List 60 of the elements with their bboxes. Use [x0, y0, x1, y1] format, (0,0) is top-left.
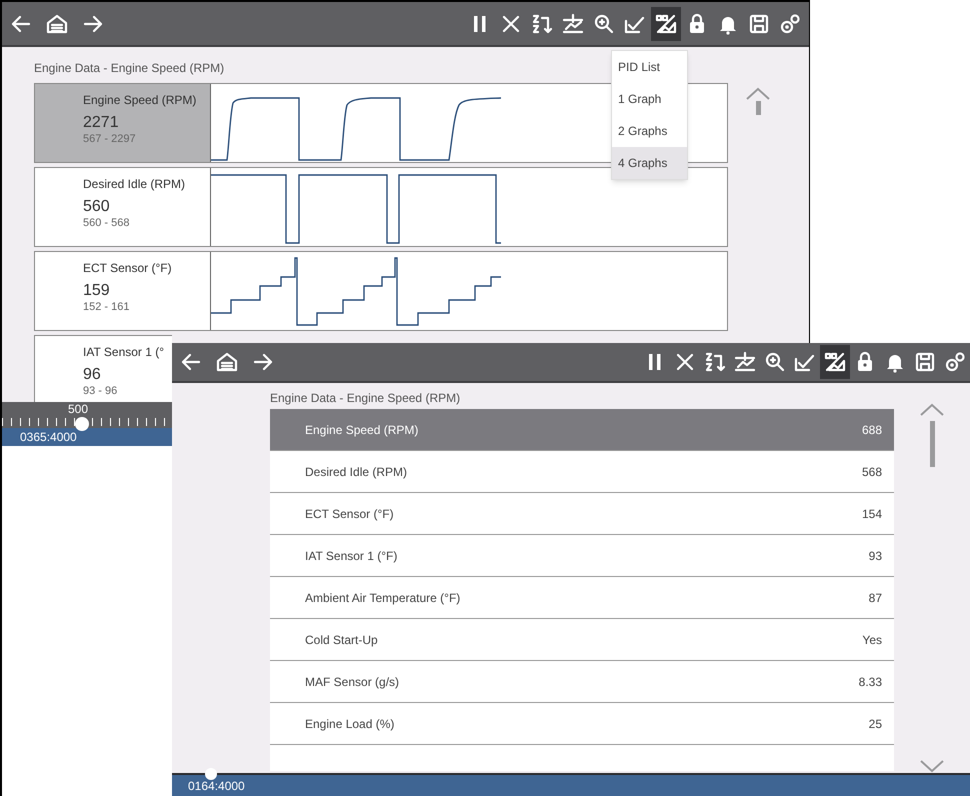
pid-name: IAT Sensor 1 (°	[83, 344, 166, 360]
pid-value: 154	[862, 506, 882, 522]
slider-thumb[interactable]	[75, 417, 89, 431]
pid-value: 87	[868, 590, 882, 606]
pid-row[interactable]: Cold Start-Up Yes	[270, 619, 894, 661]
scroll-thumb	[930, 421, 934, 467]
pid-value: Yes	[862, 632, 882, 648]
pid-name: Ambient Air Temperature (°F)	[305, 590, 460, 606]
pid-value: 25	[868, 716, 882, 732]
pid-row[interactable]: Engine Speed (RPM) 688	[270, 409, 894, 451]
pid-name: Desired Idle (RPM)	[305, 464, 408, 480]
pid-value: 688	[862, 422, 882, 438]
graph-scale-icon	[561, 12, 585, 36]
pid-row[interactable]: Engine Load (%) 25	[270, 703, 894, 745]
pid-value: 159	[83, 282, 111, 300]
pid-value: 568	[862, 464, 882, 480]
pid-name: Engine Load (%)	[305, 716, 394, 732]
pid-range: 93 - 96	[83, 384, 118, 398]
pid-name: ECT Sensor (°F)	[83, 260, 173, 276]
menu-item[interactable]: 1 Graph	[612, 83, 687, 115]
pid-value: 8.33	[858, 674, 882, 690]
screen-title: Engine Data - Engine Speed (RPM)	[34, 60, 224, 77]
home-icon	[215, 350, 239, 374]
pid-row[interactable]: Desired Idle (RPM) 568	[270, 451, 894, 493]
pid-range: 560 - 568	[83, 216, 130, 230]
graph-panel[interactable]: ECT Sensor (°F) 159 152 - 161	[34, 250, 728, 331]
zoom-icon	[763, 350, 787, 374]
ruler-label: 500	[67, 402, 90, 416]
pid-value: 96	[83, 366, 102, 384]
pid-label-area[interactable]: Engine Speed (RPM) 2271 567 - 2297	[35, 84, 211, 162]
graph-mode-button[interactable]	[651, 6, 681, 40]
save-icon	[913, 350, 937, 374]
sort-icon	[703, 350, 727, 374]
pid-name: Cold Start-Up	[305, 632, 378, 648]
pid-range: 567 - 2297	[83, 132, 137, 146]
menu-item[interactable]: PID List	[612, 51, 687, 83]
graph-mode-button[interactable]	[820, 345, 850, 379]
menu-item[interactable]: 2 Graphs	[612, 115, 687, 147]
pid-value: 560	[83, 198, 111, 216]
pid-name: Desired Idle (RPM)	[83, 176, 186, 192]
pid-name: IAT Sensor 1 (°F)	[305, 548, 398, 564]
pid-row[interactable]: Ambient Air Temperature (°F) 87	[270, 577, 894, 619]
pid-range: 152 - 161	[83, 300, 130, 314]
graph-mode-icon	[823, 350, 847, 374]
pid-name: Engine Speed (RPM)	[83, 92, 198, 108]
pid-row[interactable]: MAF Sensor (g/s) 8.33	[270, 661, 894, 703]
pid-value: 2271	[83, 114, 120, 132]
graph-scale-icon	[733, 350, 757, 374]
pid-name: Engine Speed (RPM)	[305, 422, 418, 438]
menu-item[interactable]: 4 Graphs	[612, 147, 687, 179]
pid-row[interactable]: ECT Sensor (°F) 154	[270, 493, 894, 535]
slider-thumb[interactable]	[205, 768, 217, 780]
position-readout: 0164:4000	[188, 778, 245, 794]
scroll-thumb	[756, 101, 760, 115]
pid-name: MAF Sensor (g/s)	[305, 674, 400, 690]
position-readout: 0365:4000	[20, 429, 77, 446]
pid-row[interactable]: IAT Sensor 1 (°F) 93	[270, 535, 894, 577]
pid-value: 93	[868, 548, 882, 564]
pid-name: ECT Sensor (°F)	[305, 506, 394, 522]
screen-title: Engine Data - Engine Speed (RPM)	[270, 390, 460, 407]
